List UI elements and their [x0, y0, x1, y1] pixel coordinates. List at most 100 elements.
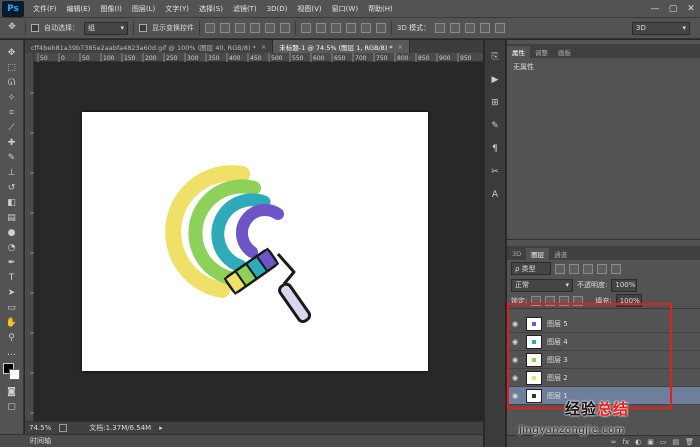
minimize-button[interactable]: —	[646, 2, 664, 16]
paragraph-icon[interactable]: ¶	[488, 142, 502, 156]
menu-3d[interactable]: 3D(D)	[262, 5, 293, 13]
document-canvas[interactable]	[82, 112, 428, 371]
brush-tool-icon[interactable]: ✎	[4, 151, 20, 164]
menu-window[interactable]: 窗口(W)	[327, 4, 363, 14]
menu-layer[interactable]: 图层(L)	[127, 4, 160, 14]
workspace-dropdown[interactable]: 3D ▾	[632, 21, 690, 35]
tool-presets-icon[interactable]: ✂	[488, 165, 502, 179]
actions-icon[interactable]: ▶	[488, 73, 502, 87]
align-bottom-button[interactable]	[235, 23, 245, 33]
blur-tool-icon[interactable]: ●	[4, 226, 20, 239]
align-vcenter-button[interactable]	[220, 23, 230, 33]
screen-mode-icon[interactable]: ▢	[4, 400, 20, 413]
distribute-bottom-button[interactable]	[331, 23, 341, 33]
blend-mode-dropdown[interactable]: 正常 ▾	[511, 278, 573, 292]
menu-image[interactable]: 图像(I)	[95, 4, 127, 14]
menu-type[interactable]: 文字(Y)	[160, 4, 194, 14]
move-tool-icon[interactable]: ✥	[4, 46, 20, 59]
menu-file[interactable]: 文件(F)	[28, 4, 62, 14]
auto-select-checkbox[interactable]	[31, 24, 39, 32]
distribute-vcenter-button[interactable]	[316, 23, 326, 33]
ruler-label: 650	[334, 55, 346, 62]
close-icon[interactable]: ×	[398, 43, 403, 51]
3d-slide-button[interactable]	[480, 23, 491, 33]
history-icon[interactable]: ⎘	[488, 50, 502, 64]
crop-tool-icon[interactable]: ⌗	[4, 106, 20, 119]
chevron-right-icon[interactable]: ▸	[159, 424, 163, 432]
align-right-button[interactable]	[280, 23, 290, 33]
auto-select-dropdown[interactable]: 组 ▾	[84, 21, 128, 35]
filter-pixel-button[interactable]	[555, 263, 565, 274]
show-transform-checkbox[interactable]	[139, 24, 147, 32]
doc-tab-gif[interactable]: cff4beb81a39b7385e2aabfa4823a60d.gif @ 1…	[25, 40, 274, 53]
tab-artboard[interactable]: 画板	[553, 46, 576, 58]
new-layer-icon[interactable]: ▤	[672, 438, 679, 446]
type-tool-icon[interactable]: T	[4, 271, 20, 284]
3d-scale-button[interactable]	[495, 23, 506, 33]
align-top-button[interactable]	[205, 23, 215, 33]
3d-rotate-button[interactable]	[435, 23, 446, 33]
distribute-right-button[interactable]	[376, 23, 386, 33]
tab-channels[interactable]: 通道	[549, 248, 572, 260]
path-selection-tool-icon[interactable]: ➤	[4, 286, 20, 299]
filter-adjustment-button[interactable]	[569, 263, 579, 274]
quick-mask-icon[interactable]: ◙	[4, 385, 20, 398]
rectangle-tool-icon[interactable]: ▭	[4, 301, 20, 314]
link-layers-icon[interactable]: ∞	[611, 438, 617, 446]
brush-presets-icon[interactable]: ✎	[488, 119, 502, 133]
background-color[interactable]	[8, 369, 20, 380]
opacity-field[interactable]: 100%	[611, 278, 638, 292]
close-icon[interactable]: ×	[261, 43, 266, 51]
filter-type-button[interactable]	[583, 263, 593, 274]
tab-3d[interactable]: 3D	[507, 248, 526, 260]
watermark-prefix: 经验	[565, 400, 598, 418]
menu-select[interactable]: 选择(S)	[194, 4, 228, 14]
history-brush-tool-icon[interactable]: ↺	[4, 181, 20, 194]
dodge-tool-icon[interactable]: ◔	[4, 241, 20, 254]
tab-properties[interactable]: 属性	[507, 46, 530, 58]
fx-icon[interactable]: fx	[623, 438, 630, 446]
healing-brush-tool-icon[interactable]: ✚	[4, 136, 20, 149]
filter-shape-button[interactable]	[597, 263, 607, 274]
eraser-tool-icon[interactable]: ◧	[4, 196, 20, 209]
3d-pan-button[interactable]	[465, 23, 476, 33]
trash-icon[interactable]: 🗑	[685, 438, 694, 446]
new-group-icon[interactable]: ▭	[660, 438, 667, 446]
eyedropper-tool-icon[interactable]: ⟋	[4, 121, 20, 134]
align-left-button[interactable]	[250, 23, 260, 33]
close-button[interactable]: ✕	[682, 2, 700, 16]
lasso-tool-icon[interactable]: ᘏ	[4, 76, 20, 89]
menu-edit[interactable]: 编辑(E)	[62, 4, 96, 14]
distribute-top-button[interactable]	[301, 23, 311, 33]
menu-filter[interactable]: 滤镜(T)	[228, 4, 262, 14]
move-tool-preset-icon[interactable]: ✥	[4, 21, 20, 34]
filter-smart-button[interactable]	[611, 263, 621, 274]
hand-tool-icon[interactable]: ✋	[4, 316, 20, 329]
doc-tab-untitled[interactable]: 未标题-1 @ 74.5% (图层 1, RGB/8) * ×	[273, 40, 411, 53]
zoom-tool-icon[interactable]: ⚲	[4, 331, 20, 344]
color-swatches[interactable]	[2, 363, 21, 381]
filter-kind-dropdown[interactable]: ρ 类型	[511, 262, 551, 275]
gradient-tool-icon[interactable]: ▤	[4, 211, 20, 224]
clone-stamp-tool-icon[interactable]: ⊥	[4, 166, 20, 179]
zoom-level[interactable]: 74.5%	[29, 424, 51, 432]
character-icon[interactable]: A	[488, 188, 502, 202]
tab-layers[interactable]: 图层	[526, 248, 550, 260]
tab-adjustments[interactable]: 调整	[530, 46, 553, 58]
menu-help[interactable]: 帮助(H)	[363, 4, 398, 14]
share-icon[interactable]	[59, 424, 68, 432]
new-adjustment-icon[interactable]: ▣	[647, 438, 654, 446]
extra-tools-icon[interactable]: …	[4, 346, 20, 359]
3d-roll-button[interactable]	[450, 23, 461, 33]
swatches-icon[interactable]: ⊞	[488, 96, 502, 110]
add-mask-icon[interactable]: ◐	[635, 438, 641, 446]
maximize-button[interactable]: ▢	[664, 2, 682, 16]
pen-tool-icon[interactable]: ✒	[4, 256, 20, 269]
distribute-hcenter-button[interactable]	[361, 23, 371, 33]
align-hcenter-button[interactable]	[265, 23, 275, 33]
timeline-label[interactable]: 时间轴	[30, 436, 51, 446]
distribute-left-button[interactable]	[346, 23, 356, 33]
marquee-tool-icon[interactable]: ⬚	[4, 61, 20, 74]
menu-view[interactable]: 视图(V)	[292, 4, 326, 14]
magic-wand-tool-icon[interactable]: ✧	[4, 91, 20, 104]
